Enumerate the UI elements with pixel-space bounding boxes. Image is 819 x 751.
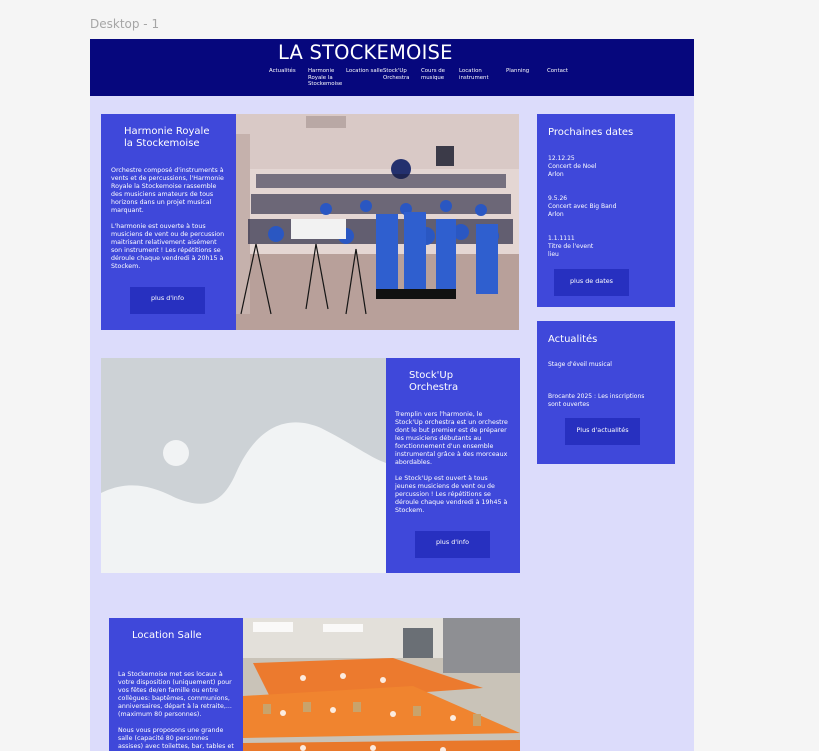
nav-actualites[interactable]: Actualités	[269, 68, 296, 75]
event-item[interactable]: 1.1.1111 Titre de l'event lieu	[548, 235, 593, 259]
location-card: Location Salle La Stockemoise met ses lo…	[109, 618, 243, 751]
dates-panel: Prochaines dates 12.12.25 Concert de Noe…	[537, 114, 675, 307]
stockup-text: Tremplin vers l'harmonie, le Stock'Up or…	[395, 411, 508, 514]
location-title: Location Salle	[132, 630, 202, 641]
frame-label: Desktop - 1	[90, 17, 160, 31]
harmonie-card: Harmonie Royale la Stockemoise Orchestre…	[101, 114, 236, 330]
news-title: Actualités	[548, 334, 598, 345]
nav-location-salle[interactable]: Location salle	[346, 68, 383, 75]
hall-photo-image	[243, 618, 520, 751]
news-item[interactable]: Stage d'éveil musical	[548, 361, 612, 369]
nav-planning[interactable]: Planning	[506, 68, 529, 75]
image-placeholder-icon	[101, 358, 386, 573]
event-item[interactable]: 12.12.25 Concert de Noel Arlon	[548, 155, 596, 179]
nav-cours-musique[interactable]: Cours de musique	[421, 68, 445, 81]
stockup-info-button[interactable]: plus d'info	[415, 531, 490, 558]
harmonie-photo	[236, 114, 519, 330]
location-text: La Stockemoise met ses locaux à votre di…	[118, 671, 234, 750]
site-header: LA STOCKEMOISE Actualités Harmonie Royal…	[90, 39, 694, 96]
stockup-title: Stock'Up Orchestra	[409, 370, 459, 393]
dates-title: Prochaines dates	[548, 127, 634, 138]
news-item[interactable]: Brocante 2025 : Les inscriptions sont ou…	[548, 393, 644, 409]
harmonie-info-button[interactable]: plus d'info	[130, 287, 205, 314]
nav-location-instrument[interactable]: Location instrument	[459, 68, 489, 81]
nav-stockup[interactable]: Stock'Up Orchestra	[383, 68, 409, 81]
harmonie-title: Harmonie Royale la Stockemoise	[124, 126, 210, 149]
desktop-frame: LA STOCKEMOISE Actualités Harmonie Royal…	[90, 39, 694, 751]
stockup-card: Stock'Up Orchestra Tremplin vers l'harmo…	[386, 358, 520, 573]
stockup-image-placeholder	[101, 358, 386, 573]
site-title[interactable]: LA STOCKEMOISE	[278, 41, 453, 64]
event-item[interactable]: 9.5.26 Concert avec Big Band Arlon	[548, 195, 616, 219]
orchestra-photo-image	[236, 114, 519, 330]
more-dates-button[interactable]: plus de dates	[554, 269, 629, 296]
more-news-button[interactable]: Plus d'actualités	[565, 418, 640, 445]
harmonie-text: Orchestre composé d'instruments à vents …	[111, 167, 225, 270]
news-panel: Actualités Stage d'éveil musical Brocant…	[537, 321, 675, 464]
nav-contact[interactable]: Contact	[547, 68, 568, 75]
location-photo	[243, 618, 520, 751]
nav-harmonie[interactable]: Harmonie Royale la Stockemoise	[308, 68, 342, 88]
